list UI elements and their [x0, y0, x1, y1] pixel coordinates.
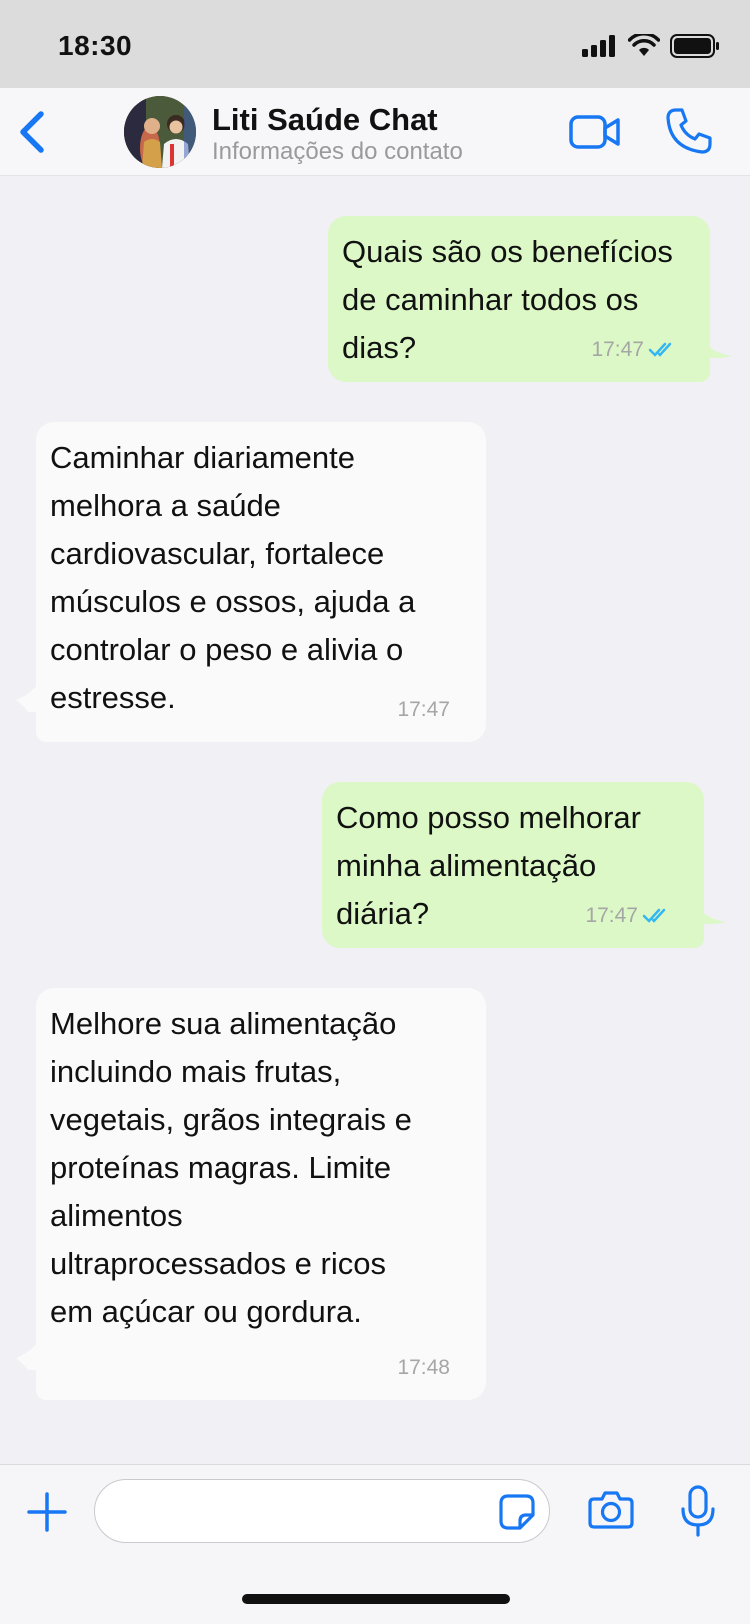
- message-input[interactable]: [94, 1479, 550, 1543]
- wifi-icon: [628, 34, 660, 56]
- camera-icon[interactable]: [588, 1489, 634, 1531]
- plus-icon[interactable]: [26, 1491, 68, 1533]
- signal-icon: [582, 35, 615, 57]
- bubble-tail: [696, 900, 726, 924]
- message-bubble-sent[interactable]: Como posso melhorar minha alimentação di…: [322, 782, 726, 948]
- message-meta: 17:47: [591, 326, 676, 374]
- chevron-left-icon[interactable]: [14, 108, 50, 156]
- message-text: Melhore sua alimentação incluindo mais f…: [50, 1006, 412, 1329]
- chat-header: Liti Saúde Chat Informações do contato: [0, 88, 750, 176]
- video-camera-icon[interactable]: [568, 110, 622, 154]
- message-meta: 17:47: [585, 892, 670, 940]
- message-time: 17:48: [397, 1356, 450, 1379]
- microphone-icon[interactable]: [680, 1485, 716, 1537]
- status-icons: [582, 34, 720, 58]
- double-check-icon: [648, 342, 672, 357]
- avatar[interactable]: [124, 96, 196, 168]
- message-text: Caminhar diariamente melhora a saúde car…: [50, 440, 416, 715]
- message-input-bar: [0, 1464, 750, 1624]
- message-bubble-received[interactable]: Caminhar diariamente melhora a saúde car…: [16, 422, 486, 742]
- contact-name[interactable]: Liti Saúde Chat: [212, 102, 438, 138]
- message-time: 17:47: [397, 698, 450, 721]
- message-time: 17:47: [585, 904, 638, 927]
- battery-icon: [670, 34, 719, 58]
- message-time: 17:47: [591, 338, 644, 361]
- status-bar: 18:30: [0, 0, 750, 88]
- contact-photo-icon: [124, 96, 196, 168]
- double-check-icon: [642, 908, 666, 923]
- bubble-tail: [16, 1330, 46, 1370]
- bubble-tail: [16, 672, 46, 712]
- message-bubble-sent[interactable]: Quais são os benefícios de caminhar todo…: [328, 216, 732, 382]
- phone-icon[interactable]: [664, 106, 714, 156]
- home-indicator[interactable]: [242, 1594, 510, 1604]
- contact-info-link[interactable]: Informações do contato: [212, 138, 463, 166]
- sticker-icon[interactable]: [498, 1493, 536, 1531]
- message-bubble-received[interactable]: Melhore sua alimentação incluindo mais f…: [16, 988, 486, 1400]
- message-meta: 17:47: [397, 686, 450, 734]
- message-meta: 17:48: [397, 1344, 450, 1392]
- bubble-tail: [702, 334, 732, 358]
- status-time: 18:30: [58, 30, 133, 61]
